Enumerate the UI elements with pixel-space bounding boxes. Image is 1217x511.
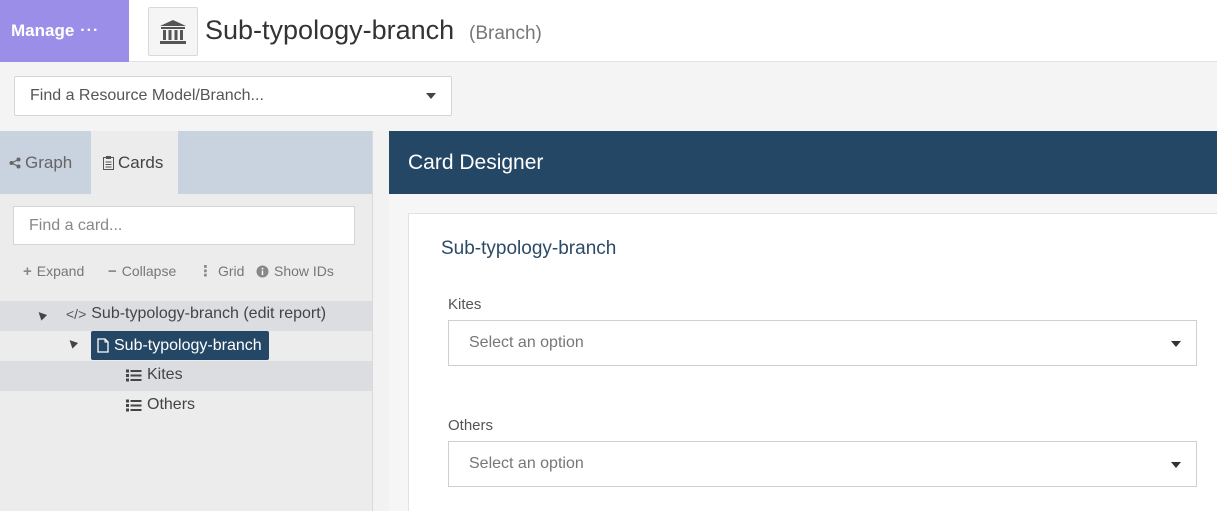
chevron-down-icon — [426, 93, 436, 99]
file-icon — [97, 338, 109, 353]
tree-node-kites[interactable]: Kites — [126, 366, 183, 384]
tree-node-label: Sub-typology-branch — [114, 336, 262, 354]
tab-graph[interactable]: Graph — [0, 131, 91, 194]
plus-icon: + — [23, 262, 32, 280]
minus-icon: − — [108, 262, 117, 280]
card-search-placeholder: Find a card... — [29, 216, 123, 234]
list-icon — [126, 399, 142, 411]
tab-cards-label: Cards — [118, 152, 164, 172]
show-ids-button[interactable]: Show IDs — [256, 262, 334, 280]
tree-node-label: Others — [147, 396, 196, 413]
tree-node-others[interactable]: Others — [126, 396, 195, 414]
expand-label: Expand — [36, 263, 85, 279]
vertical-dots-icon: ⋮ — [198, 263, 213, 280]
card-designer-title: Card Designer — [408, 150, 544, 174]
select-placeholder: Select an option — [469, 334, 584, 351]
tree-node-selected[interactable]: Sub-typology-branch — [91, 331, 269, 360]
grid-button[interactable]: ⋮ Grid — [198, 262, 244, 280]
clipboard-icon — [103, 155, 114, 170]
chevron-down-icon — [1171, 341, 1181, 347]
select-placeholder: Select an option — [469, 455, 584, 472]
field-label-others: Others — [448, 417, 494, 434]
page-subtitle: (Branch) — [469, 23, 542, 44]
card-designer-header: Card Designer — [389, 131, 1217, 194]
tree-node-label: Kites — [147, 366, 183, 383]
more-dots-icon: ··· — [80, 22, 100, 39]
expand-button[interactable]: + Expand — [23, 262, 84, 280]
manage-menu-button[interactable]: Manage ··· — [0, 0, 129, 62]
resource-model-select[interactable]: Find a Resource Model/Branch... — [14, 76, 452, 116]
tree-row-highlight — [0, 361, 372, 391]
bank-icon — [148, 7, 198, 56]
tree-node-label: Sub-typology-branch (edit report) — [91, 305, 327, 322]
grid-label: Grid — [218, 263, 245, 279]
collapse-label: Collapse — [121, 263, 177, 279]
page-title: Sub-typology-branch — [205, 15, 455, 45]
card-title: Sub-typology-branch — [441, 238, 617, 259]
show-ids-label: Show IDs — [274, 263, 334, 279]
kites-select[interactable]: Select an option — [448, 320, 1197, 366]
share-icon — [9, 157, 21, 168]
tab-cards[interactable]: Cards — [91, 131, 178, 194]
manage-label: Manage — [11, 21, 75, 40]
resource-model-placeholder: Find a Resource Model/Branch... — [30, 87, 264, 104]
chevron-down-icon — [1171, 462, 1181, 468]
collapse-button[interactable]: − Collapse — [108, 262, 176, 280]
field-label-kites: Kites — [448, 296, 482, 313]
tree-node-report[interactable]: </> Sub-typology-branch (edit report) — [66, 305, 326, 323]
info-icon — [256, 265, 269, 277]
others-select[interactable]: Select an option — [448, 441, 1197, 487]
list-icon — [126, 369, 142, 381]
code-icon: </> — [66, 306, 87, 322]
card-search-input[interactable]: Find a card... — [13, 206, 355, 245]
tab-graph-label: Graph — [25, 152, 73, 172]
